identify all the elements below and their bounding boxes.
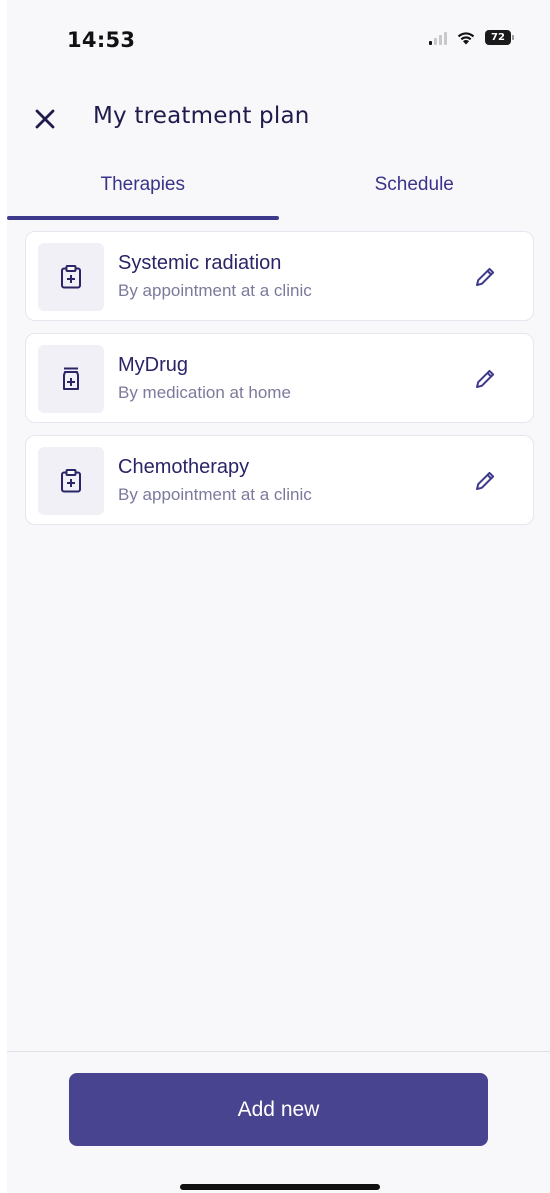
- medicine-bottle-icon: [63, 367, 79, 390]
- footer-divider: [7, 1051, 550, 1052]
- therapy-subtitle: By appointment at a clinic: [118, 485, 312, 504]
- tab-bar: Therapies Schedule: [7, 165, 550, 220]
- battery-level: 72: [485, 30, 511, 45]
- wifi-icon: [457, 32, 475, 45]
- add-new-button[interactable]: Add new: [69, 1073, 488, 1146]
- tab-therapies[interactable]: Therapies: [7, 165, 279, 220]
- clipboard-plus-icon: [61, 469, 81, 493]
- therapy-title: MyDrug: [118, 354, 189, 376]
- therapy-icon-container: [38, 447, 104, 515]
- therapy-card-systemic-radiation[interactable]: Systemic radiation By appointment at a c…: [25, 231, 534, 321]
- close-button[interactable]: [29, 103, 61, 135]
- edit-button[interactable]: [471, 365, 499, 393]
- page-title: My treatment plan: [93, 103, 310, 129]
- header: My treatment plan: [7, 95, 550, 143]
- therapy-card-chemotherapy[interactable]: Chemotherapy By appointment at a clinic: [25, 435, 534, 525]
- therapy-icon-container: [38, 345, 104, 413]
- home-indicator: [180, 1184, 380, 1190]
- therapy-card-mydrug[interactable]: MyDrug By medication at home: [25, 333, 534, 423]
- edit-button[interactable]: [471, 467, 499, 495]
- status-time: 14:53: [67, 28, 136, 52]
- therapy-list: Systemic radiation By appointment at a c…: [25, 231, 534, 537]
- close-icon: [35, 109, 55, 129]
- therapy-subtitle: By appointment at a clinic: [118, 281, 312, 300]
- therapy-title: Systemic radiation: [118, 252, 282, 274]
- pencil-icon: [476, 471, 495, 490]
- status-icons: 72: [429, 30, 514, 45]
- tab-schedule[interactable]: Schedule: [279, 165, 550, 220]
- clipboard-plus-icon: [61, 265, 81, 289]
- app-screen: 14:53 72 My treatment plan Therapies Sch…: [7, 0, 550, 1193]
- status-bar: 14:53 72: [7, 0, 550, 80]
- therapy-icon-container: [38, 243, 104, 311]
- battery-icon: 72: [485, 30, 514, 45]
- pencil-icon: [476, 267, 495, 286]
- therapy-title: Chemotherapy: [118, 456, 250, 478]
- signal-icon: [429, 31, 447, 45]
- therapy-subtitle: By medication at home: [118, 383, 291, 402]
- pencil-icon: [476, 369, 495, 388]
- edit-button[interactable]: [471, 263, 499, 291]
